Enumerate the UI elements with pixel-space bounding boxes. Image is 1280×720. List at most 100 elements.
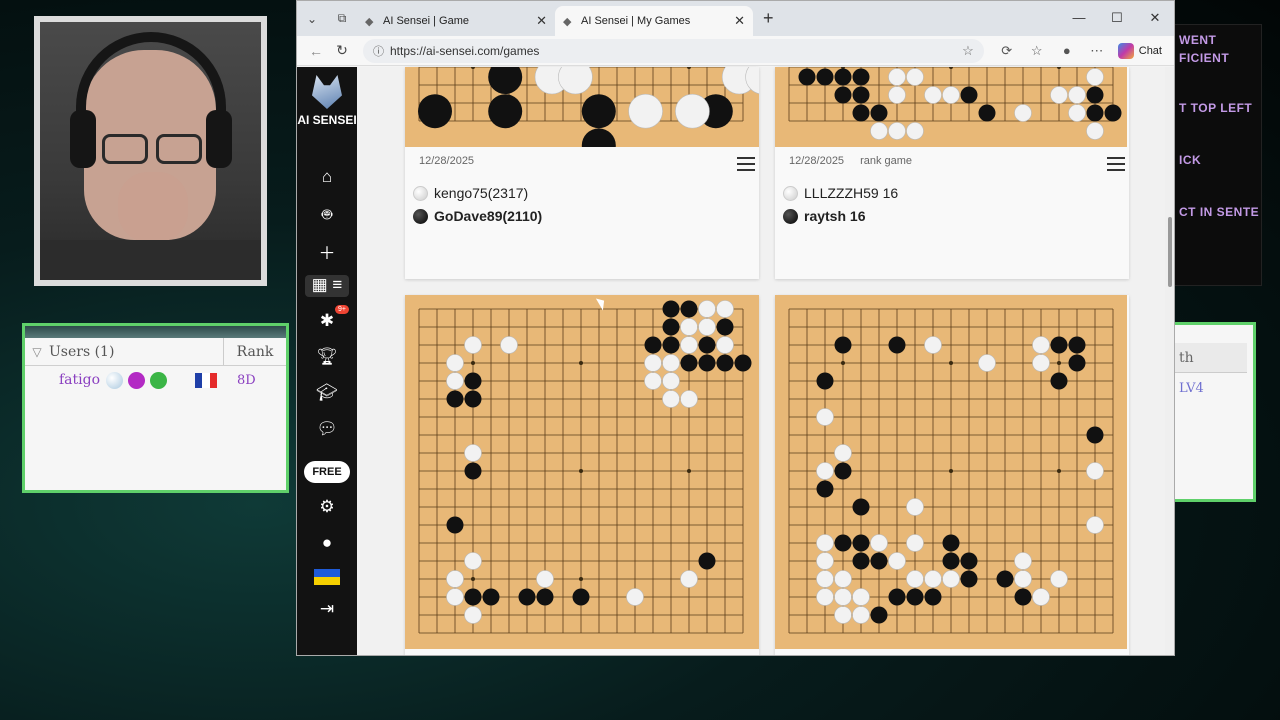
free-plan-button[interactable]: FREE bbox=[304, 461, 350, 483]
settings-gear-icon[interactable]: ⚙ bbox=[315, 497, 339, 519]
user-row[interactable]: fatigo 8D bbox=[25, 366, 286, 394]
game-meta: 12/28/2025 rank game bbox=[789, 155, 912, 167]
graduation-cap-icon[interactable]: 🎓︎ bbox=[315, 383, 339, 405]
white-stone bbox=[464, 444, 482, 462]
rank-header[interactable]: Rank bbox=[224, 344, 286, 360]
star-point bbox=[471, 577, 475, 581]
white-stone bbox=[680, 336, 698, 354]
refresh-icon[interactable]: ↻ bbox=[329, 42, 355, 59]
users-count-header[interactable]: Users (1) bbox=[49, 338, 224, 365]
game-card[interactable]: 12/28/2025 rank game LLLZZZH59 16 raytsh … bbox=[775, 67, 1129, 279]
speech-bubble-icon[interactable]: ● bbox=[315, 533, 339, 555]
black-stone bbox=[662, 336, 680, 354]
new-tab-plus-icon[interactable]: + bbox=[763, 8, 774, 29]
board-preview[interactable] bbox=[775, 67, 1127, 147]
black-stone bbox=[1050, 336, 1068, 354]
white-stone bbox=[906, 122, 924, 140]
logout-icon[interactable]: ⇥ bbox=[315, 599, 339, 621]
minimize-icon[interactable]: — bbox=[1060, 1, 1098, 34]
star-point bbox=[1057, 361, 1061, 365]
black-stone bbox=[960, 86, 978, 104]
home-icon[interactable]: ⌂ bbox=[315, 167, 339, 189]
copilot-chat-button[interactable]: Chat bbox=[1112, 42, 1168, 59]
robot-icon[interactable]: 🤖︎ bbox=[315, 203, 339, 225]
white-stone bbox=[1068, 104, 1086, 122]
game-card[interactable] bbox=[775, 295, 1129, 655]
black-stone bbox=[870, 104, 888, 122]
game-card[interactable] bbox=[405, 295, 759, 655]
white-stone bbox=[698, 318, 716, 336]
white-stone bbox=[924, 336, 942, 354]
close-window-icon[interactable]: ✕ bbox=[1136, 1, 1174, 34]
close-tab-icon[interactable]: ✕ bbox=[734, 13, 745, 29]
maximize-icon[interactable]: ☐ bbox=[1098, 1, 1136, 34]
white-stone bbox=[906, 68, 924, 86]
ukraine-flag-icon[interactable] bbox=[314, 569, 340, 585]
white-stone bbox=[834, 588, 852, 606]
white-player[interactable]: LLLZZZH59 16 bbox=[783, 185, 898, 201]
black-stone bbox=[716, 318, 734, 336]
black-player[interactable]: GoDave89(2110) bbox=[413, 208, 542, 224]
go-board bbox=[788, 67, 1122, 140]
headphone-left bbox=[70, 110, 96, 168]
black-stone bbox=[1086, 426, 1104, 444]
black-stone bbox=[960, 570, 978, 588]
close-tab-icon[interactable]: ✕ bbox=[536, 13, 547, 29]
extensions-icon[interactable]: ⟳ bbox=[992, 43, 1022, 59]
game-card[interactable]: 12/28/2025 kengo75(2317) GoDave89(2110) bbox=[405, 67, 759, 279]
tab-label: AI Sensei | Game bbox=[383, 14, 470, 27]
twitch-badge-icon bbox=[128, 371, 146, 389]
black-stone bbox=[662, 318, 680, 336]
star-point bbox=[471, 361, 475, 365]
game-menu-icon[interactable] bbox=[1107, 157, 1125, 171]
users-panel-titlebar bbox=[25, 326, 286, 338]
chat-bubbles-icon[interactable]: 💬︎ bbox=[315, 419, 339, 441]
page-scrollbar[interactable] bbox=[1165, 67, 1174, 655]
more-menu-icon[interactable]: ⋯ bbox=[1082, 43, 1112, 59]
game-menu-icon[interactable] bbox=[737, 157, 755, 171]
board-preview[interactable] bbox=[405, 295, 759, 649]
white-stone bbox=[834, 444, 852, 462]
plus-icon[interactable]: ＋ bbox=[315, 239, 339, 263]
url-field[interactable]: ⓘ https://ai-sensei.com/games ☆ bbox=[363, 38, 984, 63]
favorite-star-icon[interactable]: ☆ bbox=[962, 43, 974, 59]
black-stone bbox=[464, 372, 482, 390]
tab-my-games[interactable]: ◆ AI Sensei | My Games ✕ bbox=[555, 5, 753, 36]
board-preview[interactable] bbox=[775, 295, 1127, 649]
trophy-icon[interactable]: 🏆︎ bbox=[315, 347, 339, 369]
site-info-icon[interactable]: ⓘ bbox=[373, 43, 384, 59]
scrollbar-thumb[interactable] bbox=[1168, 217, 1172, 287]
black-stone bbox=[662, 300, 680, 318]
black-stone bbox=[1050, 372, 1068, 390]
black-stone bbox=[852, 104, 870, 122]
white-stone bbox=[888, 68, 906, 86]
tab-actions-chevron-icon[interactable]: ⌄ bbox=[297, 4, 327, 34]
white-player-name: LLLZZZH59 16 bbox=[804, 185, 899, 201]
profile-avatar-icon[interactable]: ● bbox=[1052, 43, 1082, 58]
black-stone bbox=[1086, 86, 1104, 104]
black-stone bbox=[1014, 588, 1032, 606]
black-stone bbox=[888, 588, 906, 606]
back-arrow-icon[interactable]: ← bbox=[303, 43, 329, 59]
white-stone-icon bbox=[413, 185, 428, 201]
favorites-icon[interactable]: ☆ bbox=[1022, 43, 1052, 59]
webcam-feed bbox=[34, 16, 267, 286]
tab-game[interactable]: ◆ AI Sensei | Game ✕ bbox=[357, 6, 555, 36]
black-player[interactable]: raytsh 16 bbox=[783, 208, 865, 224]
user-rank: 8D bbox=[237, 372, 256, 388]
white-stone bbox=[464, 606, 482, 624]
board-preview[interactable] bbox=[405, 67, 759, 147]
black-stone bbox=[446, 516, 464, 534]
user-name[interactable]: fatigo bbox=[59, 372, 100, 388]
my-games-icon[interactable]: ▦ ≡ bbox=[305, 275, 349, 297]
white-stone bbox=[698, 300, 716, 318]
ai-sensei-logo[interactable]: AI SENSEI bbox=[297, 75, 357, 127]
white-stone bbox=[1032, 588, 1050, 606]
window-controls: — ☐ ✕ bbox=[1060, 1, 1174, 34]
puzzle-icon[interactable]: ✱ 9+ bbox=[315, 305, 349, 333]
white-player[interactable]: kengo75(2317) bbox=[413, 185, 528, 201]
black-stone bbox=[1086, 104, 1104, 122]
sort-triangle-icon[interactable]: ▽ bbox=[25, 345, 49, 359]
star-point bbox=[579, 577, 583, 581]
workspaces-icon[interactable]: ⧉ bbox=[327, 4, 357, 34]
